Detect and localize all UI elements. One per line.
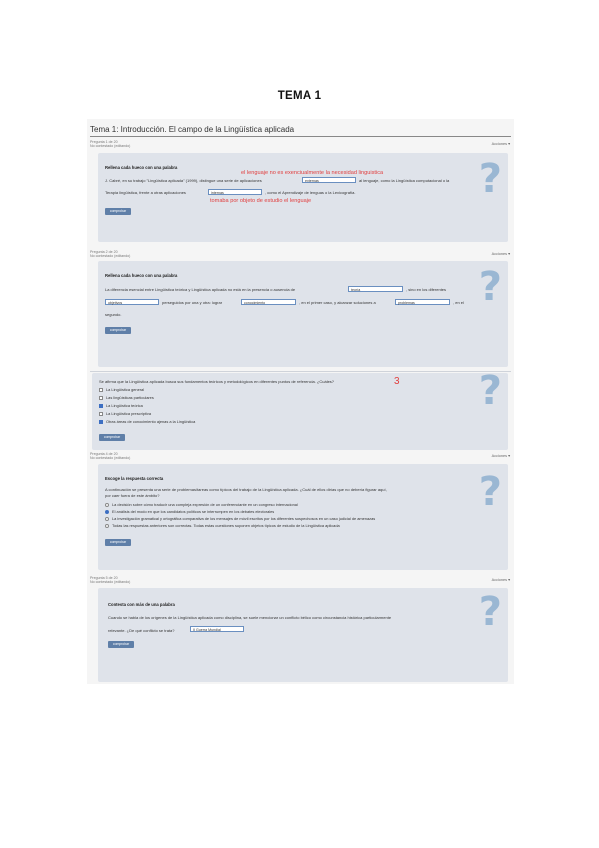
radio-selected-icon[interactable] [105,509,109,514]
handwritten-annotation-1: el lenguaje no es exenciualmente la nece… [241,170,384,176]
question-2-text-4: , en el primer caso, y alcanzar solucion… [299,300,376,305]
question-4-option[interactable]: La decisión sobre cómo traducir una comp… [105,502,298,507]
question-5-meta: Pregunta 5 de 20 No contestado (editando… [90,576,130,585]
question-2-text-1: La diferencia esencial entre Lingüística… [105,287,296,292]
question-mark-icon: ? [478,368,502,414]
question-mark-icon: ? [478,469,502,515]
question-5-answer-input[interactable]: II Guerra Mundial [190,626,244,632]
question-2-gap-2[interactable]: objetivos [105,299,159,305]
question-2-text-2: , sino en los diferentes [406,287,447,292]
question-1-text-3: Terapia lingüística, frente a otras apli… [105,190,186,195]
checkbox-icon[interactable] [99,387,103,392]
handwritten-annotation-3: 3 [394,376,400,387]
question-2-actions-menu[interactable]: Acciones ▾ [492,251,510,256]
question-1-card: ? Rellena cada hueco con una palabra el … [98,153,508,242]
checkbox-checked-icon[interactable] [99,403,103,408]
question-2-card: ? Rellena cada hueco con una palabra La … [98,261,508,367]
question-1-text-4: , como el Aprendizaje de lenguas o la Le… [265,190,356,195]
radio-icon[interactable] [105,502,109,507]
question-4-option[interactable]: El análisis del modo en que los candidat… [105,509,274,514]
question-2-check-button[interactable]: comprobar [105,327,131,334]
question-1-meta: Pregunta 1 de 20 No contestado (editando… [90,140,130,149]
title-divider [90,136,511,137]
question-4-heading: Escoge la respuesta correcta [105,476,164,481]
question-1-gap-1[interactable]: externas [302,177,356,183]
question-4-check-button[interactable]: comprobar [105,539,131,546]
question-mark-icon: ? [478,264,502,310]
question-1-status: No contestado (editando) [90,144,131,149]
handwritten-annotation-2: tomaba por objeto de estudio el lenguaje [210,198,312,204]
quiz-title: Tema 1: Introducción. El campo de la Lin… [90,125,295,134]
radio-icon[interactable] [105,516,109,521]
question-1-actions-menu[interactable]: Acciones ▾ [492,141,510,146]
checkbox-icon[interactable] [99,411,103,416]
question-2-text-6: segundo. [105,312,122,317]
question-4-text-2: por caer fuera de este ámbito? [105,493,160,498]
question-5-status: No contestado (editando) [90,580,131,585]
radio-icon[interactable] [105,523,109,528]
question-1-check-button[interactable]: comprobar [105,208,131,215]
question-mark-icon: ? [478,156,502,202]
question-3-card: ? Se afirma que la Lingüística aplicada … [92,368,508,450]
question-1-heading: Rellena cada hueco con una palabra [105,165,178,170]
question-2-gap-1[interactable]: teoría [348,286,403,292]
document-title: TEMA 1 [277,90,322,102]
question-5-check-button[interactable]: comprobar [108,641,134,648]
question-1-text-1: J. Cabré, en su trabajo "Lingüística apl… [105,178,262,183]
question-mark-icon: ? [478,589,502,635]
question-1-gap-2[interactable]: internas [208,189,262,195]
question-2-status: No contestado (editando) [90,254,131,259]
question-1-text-2: al lenguaje, como la Lingüística computa… [359,178,450,183]
question-2-heading: Rellena cada hueco con una palabra [105,273,178,278]
question-2-gap-4[interactable]: problemas [395,299,450,305]
question-5-text-2: relevante. ¿De qué conflicto se trata? [108,628,175,633]
quiz-screenshot: Tema 1: Introducción. El campo de la Lin… [87,119,514,684]
question-4-text-1: A continuación se presenta una serie de … [105,487,387,492]
question-3-option[interactable]: La Lingüística general [99,387,144,392]
checkbox-icon[interactable] [99,395,103,400]
question-5-heading: Contesta con más de una palabra [108,602,175,607]
question-4-actions-menu[interactable]: Acciones ▾ [492,453,510,458]
question-3-option[interactable]: Las lingüísticas particulares [99,395,154,400]
question-3-text: Se afirma que la Lingüística aplicada bu… [99,379,335,384]
question-2-text-3: perseguidos por una y otra: lograr [162,300,223,305]
question-5-text-1: Cuando se habla de los orígenes de la Li… [108,615,392,620]
question-3-check-button[interactable]: comprobar [99,434,125,441]
question-4-meta: Pregunta 4 de 20 No contestado (editando… [90,452,130,461]
question-4-option[interactable]: Todas las respuestas anteriores son corr… [105,523,340,528]
question-3-option[interactable]: La Lingüística teórica [99,403,143,408]
question-3-option[interactable]: La Lingüística prescriptiva [99,411,151,416]
question-2-text-5: , en el [453,300,464,305]
question-2-gap-3[interactable]: conocimiento [241,299,296,305]
question-4-status: No contestado (editando) [90,456,131,461]
section-divider [90,371,511,372]
checkbox-checked-icon[interactable] [99,419,103,424]
question-2-meta: Pregunta 2 de 20 No contestado (editando… [90,250,130,259]
question-5-actions-menu[interactable]: Acciones ▾ [492,577,510,582]
question-4-card: ? Escoge la respuesta correcta A continu… [98,464,508,570]
question-5-card: ? Contesta con más de una palabra Cuando… [98,588,508,682]
question-3-option[interactable]: Otras áreas de conocimiento ajenas a la … [99,419,195,424]
question-4-option[interactable]: La investigación gramatical y ortográfic… [105,516,375,521]
